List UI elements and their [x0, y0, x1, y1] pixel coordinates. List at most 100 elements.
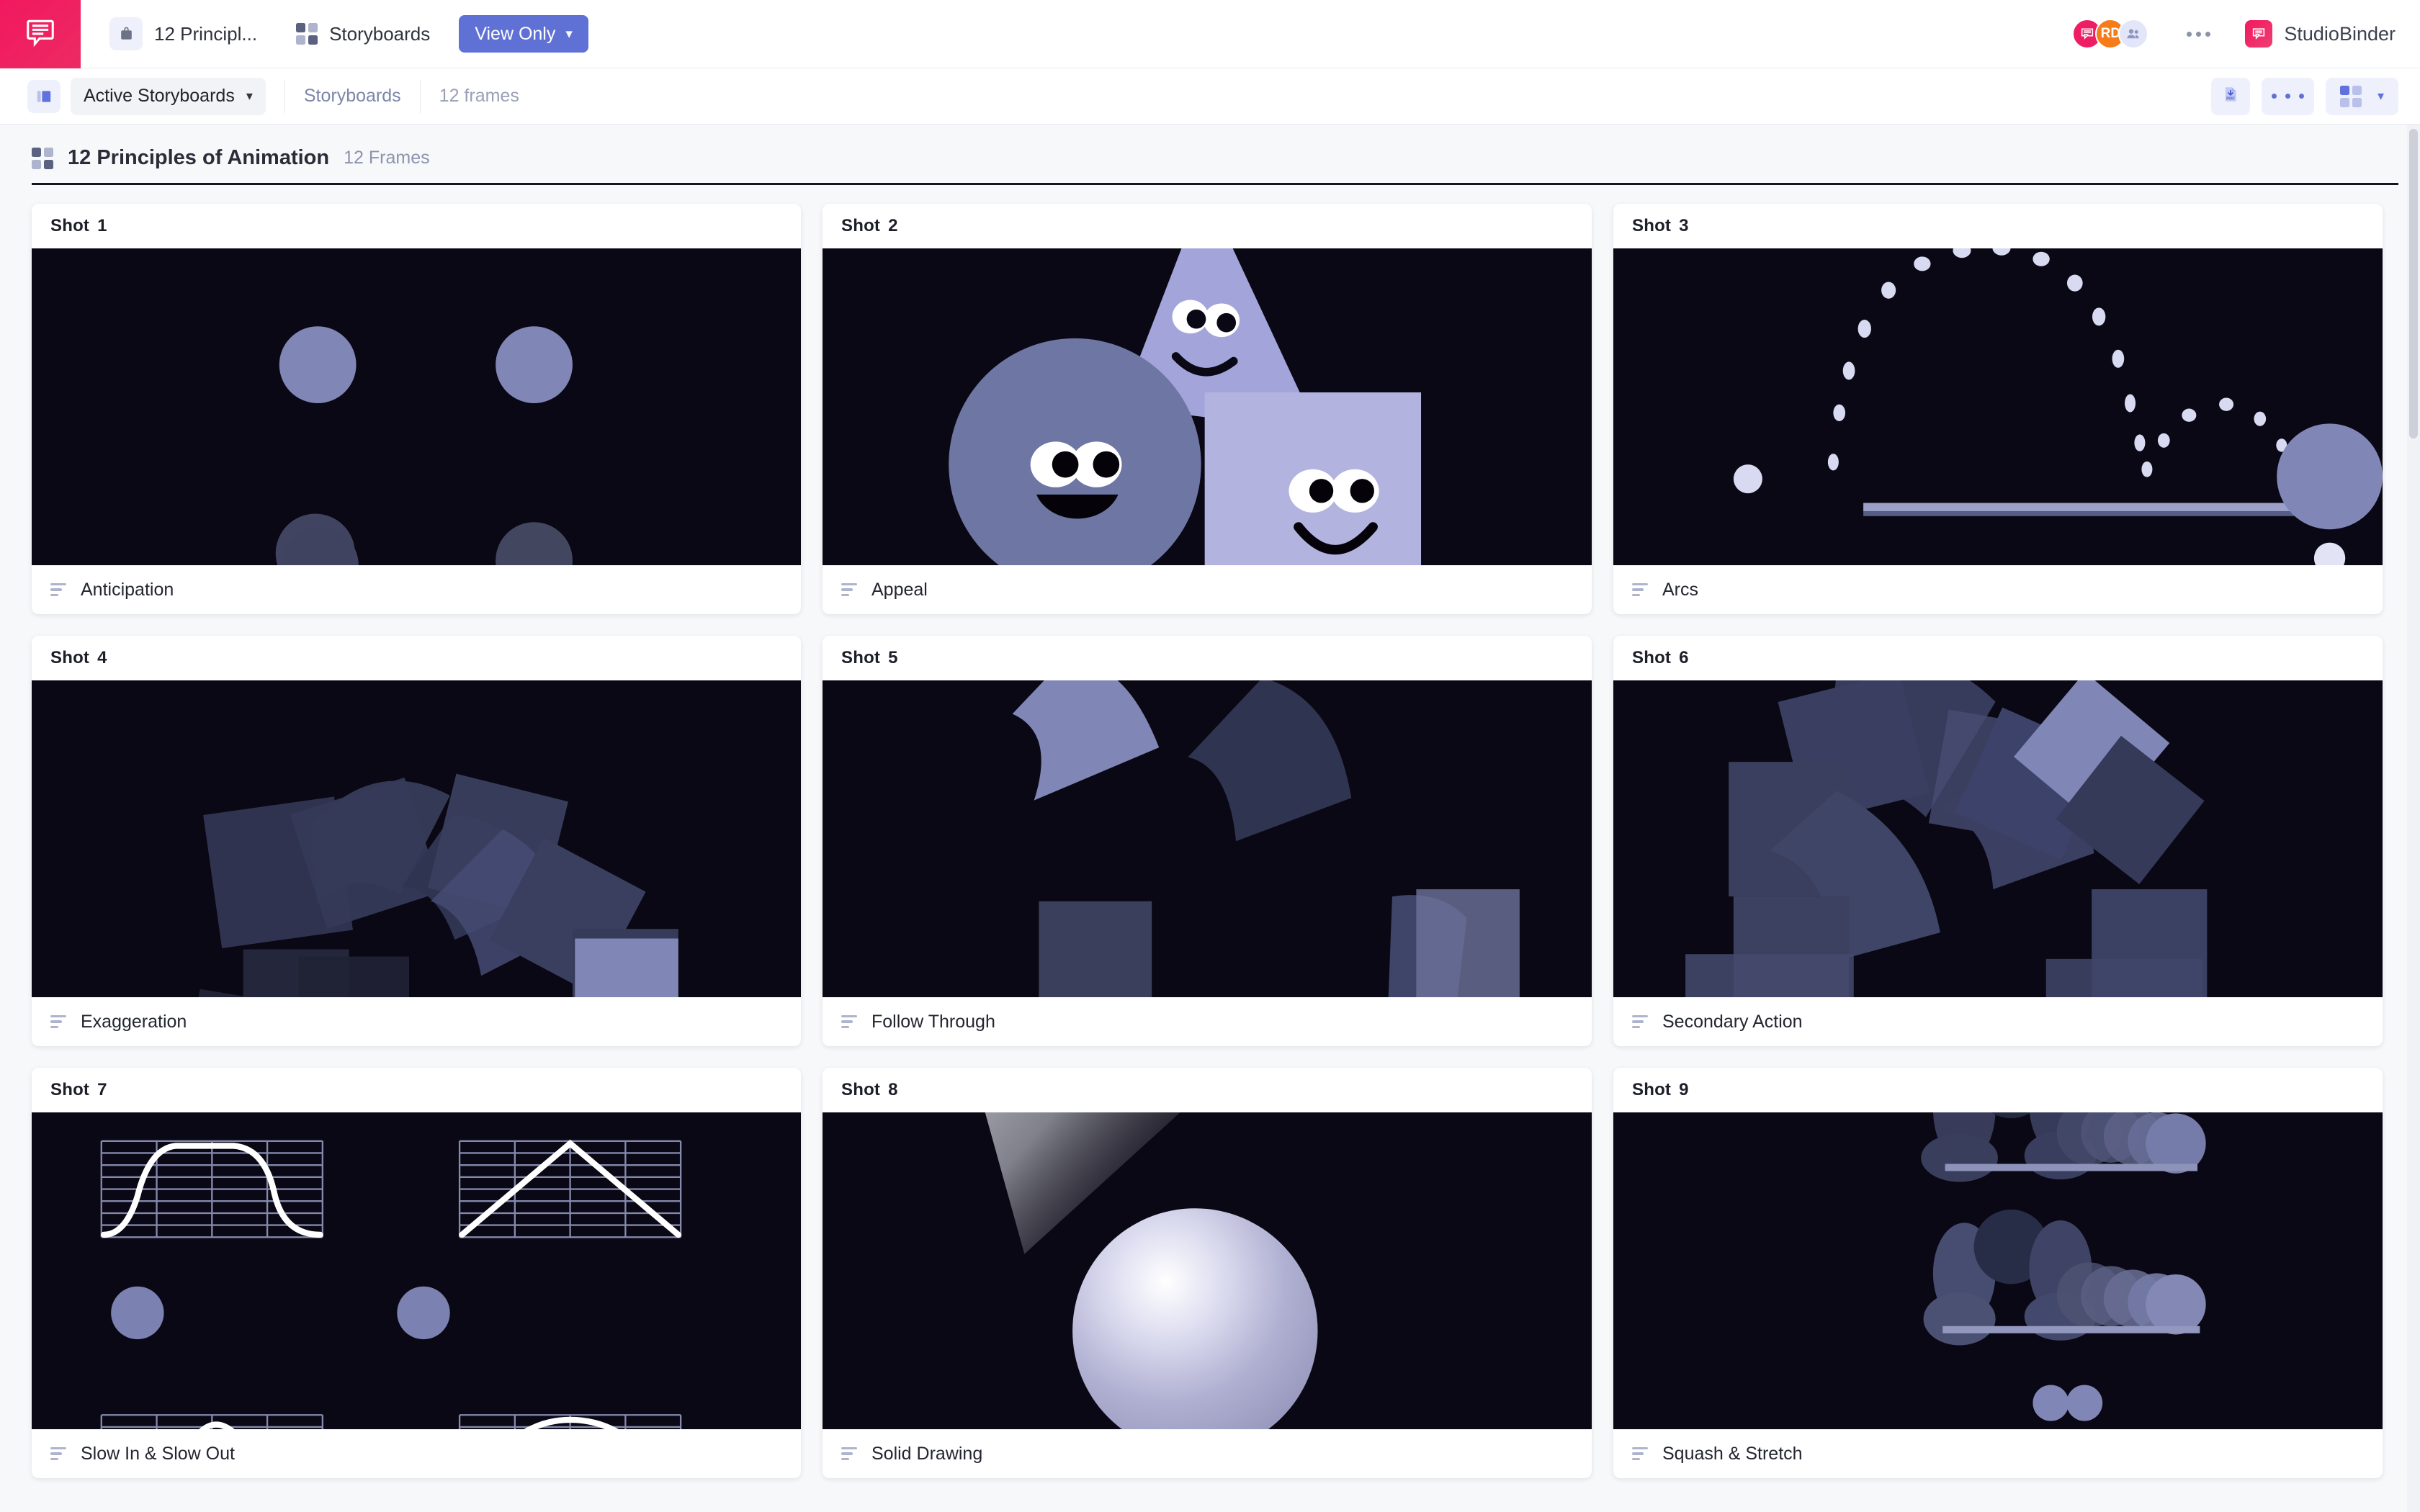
frame-label: Secondary Action — [1662, 1011, 1803, 1032]
followthrough-artwork — [823, 680, 1592, 997]
chevron-down-icon: ▾ — [246, 89, 253, 103]
frame-thumbnail[interactable] — [823, 680, 1592, 997]
grid-icon — [32, 147, 53, 169]
frames-scroll-area[interactable]: 12 Principles of Animation 12 Frames Sho… — [0, 125, 2420, 1512]
frame-card-header: Shot 6 — [1613, 636, 2383, 680]
sub-toolbar: Active Storyboards ▾ Storyboards 12 fram… — [0, 68, 2420, 125]
description-icon — [841, 582, 857, 597]
workspace-name: StudioBinder — [2284, 22, 2396, 45]
arcs-artwork — [1613, 248, 2383, 565]
shot-number: 2 — [888, 216, 898, 235]
download-pdf-button[interactable]: PDF — [2210, 77, 2250, 115]
frame-label: Exaggeration — [81, 1011, 187, 1032]
shot-prefix: Shot — [841, 1080, 881, 1099]
breadcrumb-storyboards[interactable]: Storyboards — [304, 86, 401, 107]
studiobinder-speech-icon — [24, 16, 57, 53]
frame-card[interactable]: Shot 8 Solid Drawing — [823, 1068, 1592, 1478]
view-only-label: View Only — [475, 23, 556, 44]
dot — [2195, 31, 2201, 37]
description-icon — [1632, 582, 1648, 597]
shot-number: 9 — [1679, 1080, 1689, 1099]
svg-text:PDF: PDF — [2226, 97, 2235, 102]
shot-number: 4 — [97, 648, 107, 667]
frame-label: Squash & Stretch — [1662, 1443, 1803, 1464]
shot-number: 1 — [97, 216, 107, 235]
frame-card-header: Shot 7 — [32, 1068, 801, 1112]
shot-prefix: Shot — [841, 216, 881, 235]
dot — [2285, 94, 2290, 99]
shot-prefix: Shot — [50, 648, 90, 667]
frame-card[interactable]: Shot 4 Exaggeration — [32, 636, 801, 1046]
board-header: 12 Principles of Animation 12 Frames — [0, 125, 2420, 185]
appeal-artwork — [823, 248, 1592, 565]
frame-card[interactable]: Shot 9 Squash & Stretch — [1613, 1068, 2383, 1478]
slow-in-slow-out-artwork — [32, 1112, 801, 1429]
frame-card[interactable]: Shot 3 Arcs — [1613, 204, 2383, 614]
frame-thumbnail[interactable] — [32, 680, 801, 997]
shot-number: 6 — [1679, 648, 1689, 667]
description-icon — [1632, 1014, 1648, 1029]
briefcase-icon — [109, 17, 143, 50]
frame-card-footer: Anticipation — [32, 565, 801, 614]
frame-card[interactable]: Shot 5 Follow Through — [823, 636, 1592, 1046]
shot-prefix: Shot — [50, 1080, 90, 1099]
frame-card[interactable]: Shot 2 Appeal — [823, 204, 1592, 614]
description-icon — [50, 582, 66, 597]
section-chip[interactable]: Storyboards — [296, 23, 430, 45]
frame-thumbnail[interactable] — [823, 248, 1592, 565]
frame-card[interactable]: Shot 6 Secondary Action — [1613, 636, 2383, 1046]
grid-view-button[interactable]: ▾ — [2325, 77, 2398, 115]
breadcrumb-frame-count[interactable]: 12 frames — [439, 86, 519, 107]
frame-card-footer: Arcs — [1613, 565, 2383, 614]
vertical-scrollbar-thumb[interactable] — [2409, 129, 2418, 438]
more-options-button[interactable] — [2182, 19, 2215, 48]
project-chip[interactable]: 12 Principl... — [109, 17, 257, 50]
description-icon — [50, 1014, 66, 1029]
divider — [419, 79, 421, 113]
pdf-download-icon: PDF — [2221, 85, 2240, 107]
frame-label: Slow In & Slow Out — [81, 1443, 235, 1464]
grid-icon — [296, 23, 318, 45]
squash-stretch-artwork — [1613, 1112, 2383, 1429]
frame-card-footer: Secondary Action — [1613, 997, 2383, 1046]
dot — [2271, 94, 2277, 99]
frame-thumbnail[interactable] — [1613, 1112, 2383, 1429]
frame-count: 12 Frames — [344, 148, 430, 168]
shot-number: 5 — [888, 648, 898, 667]
storyboard-filter-label: Active Storyboards — [84, 86, 235, 106]
frame-thumbnail[interactable] — [823, 1112, 1592, 1429]
divider — [284, 79, 285, 113]
frame-label: Solid Drawing — [871, 1443, 983, 1464]
storyboard-filter-dropdown[interactable]: Active Storyboards ▾ — [71, 77, 266, 115]
avatar-stack[interactable]: RD — [2072, 19, 2149, 49]
exaggeration-artwork — [32, 680, 801, 997]
frame-thumbnail[interactable] — [1613, 680, 2383, 997]
frames-grid: Shot 1 Anticipation Shot 2 Appeal Shot 3… — [0, 185, 2420, 1507]
dot — [2186, 31, 2192, 37]
frame-card-header: Shot 2 — [823, 204, 1592, 248]
shot-prefix: Shot — [1632, 216, 1672, 235]
frame-card-footer: Follow Through — [823, 997, 1592, 1046]
frame-card[interactable]: Shot 7 Slow In & Slow Out — [32, 1068, 801, 1478]
sub-toolbar-actions: PDF ▾ — [2210, 77, 2398, 115]
anticipation-artwork — [32, 248, 801, 565]
top-bar-right: RD StudioBinder — [2072, 19, 2420, 49]
app-logo-button[interactable] — [0, 0, 81, 68]
more-actions-button[interactable] — [2261, 77, 2314, 115]
sidebar-panel-icon[interactable] — [27, 79, 60, 113]
secondary-action-artwork — [1613, 680, 2383, 997]
dot — [2298, 94, 2304, 99]
frame-thumbnail[interactable] — [32, 248, 801, 565]
workspace-chip[interactable]: StudioBinder — [2245, 20, 2396, 48]
frame-thumbnail[interactable] — [32, 1112, 801, 1429]
view-only-button[interactable]: View Only ▾ — [459, 15, 588, 53]
frame-card-footer: Slow In & Slow Out — [32, 1429, 801, 1478]
project-name: 12 Principl... — [154, 22, 258, 45]
shot-prefix: Shot — [1632, 1080, 1672, 1099]
vertical-scrollbar-track[interactable] — [2407, 125, 2420, 1512]
frame-thumbnail[interactable] — [1613, 248, 2383, 565]
frame-card[interactable]: Shot 1 Anticipation — [32, 204, 801, 614]
description-icon — [841, 1014, 857, 1029]
avatar-group-icon[interactable] — [2118, 19, 2149, 49]
frame-card-header: Shot 4 — [32, 636, 801, 680]
